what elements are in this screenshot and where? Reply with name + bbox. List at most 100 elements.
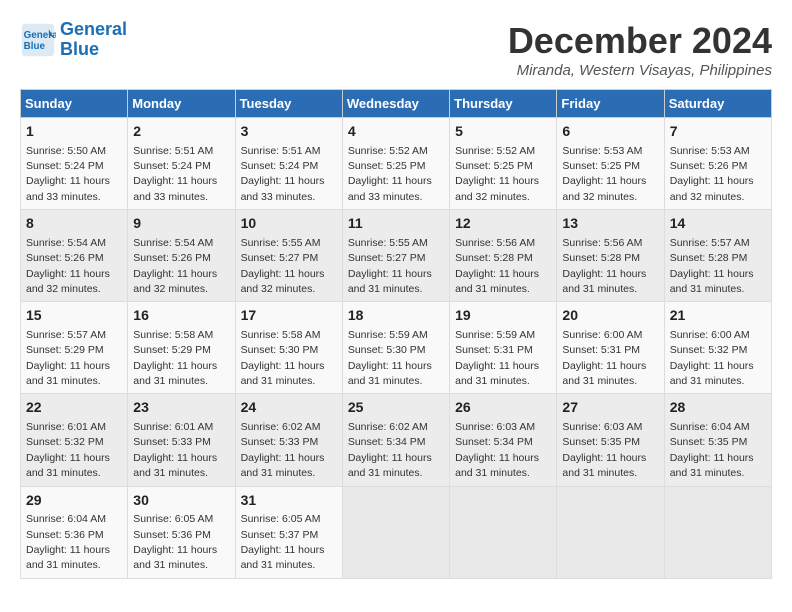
day-info: Sunrise: 6:03 AMSunset: 5:35 PMDaylight:… bbox=[562, 421, 646, 479]
calendar-cell: 29Sunrise: 6:04 AMSunset: 5:36 PMDayligh… bbox=[21, 486, 128, 578]
calendar-cell: 20 Sunrise: 6:00 AMSunset: 5:31 PMDayligh… bbox=[557, 302, 664, 394]
day-header-sunday: Sunday bbox=[21, 90, 128, 118]
calendar-cell bbox=[664, 486, 771, 578]
calendar-cell: 16 Sunrise: 5:58 AMSunset: 5:29 PMDayligh… bbox=[128, 302, 235, 394]
day-number: 4 bbox=[348, 122, 444, 142]
calendar-cell: 19 Sunrise: 5:59 AMSunset: 5:31 PMDayligh… bbox=[450, 302, 557, 394]
day-info: Sunrise: 6:05 AMSunset: 5:37 PMDaylight:… bbox=[241, 513, 325, 571]
month-title: December 2024 bbox=[508, 20, 772, 62]
day-info: Sunrise: 5:59 AMSunset: 5:31 PMDaylight:… bbox=[455, 329, 539, 387]
day-info: Sunrise: 6:05 AMSunset: 5:36 PMDaylight:… bbox=[133, 513, 217, 571]
day-info: Sunrise: 5:54 AMSunset: 5:26 PMDaylight:… bbox=[133, 237, 217, 295]
logo-text: GeneralBlue bbox=[60, 20, 127, 60]
day-info: Sunrise: 5:52 AMSunset: 5:25 PMDaylight:… bbox=[348, 145, 432, 203]
day-number: 21 bbox=[670, 306, 766, 326]
calendar-cell: 23 Sunrise: 6:01 AMSunset: 5:33 PMDayligh… bbox=[128, 394, 235, 486]
calendar-cell bbox=[557, 486, 664, 578]
day-number: 20 bbox=[562, 306, 658, 326]
day-number: 14 bbox=[670, 214, 766, 234]
day-info: Sunrise: 5:55 AMSunset: 5:27 PMDaylight:… bbox=[241, 237, 325, 295]
calendar-cell: 11Sunrise: 5:55 AMSunset: 5:27 PMDayligh… bbox=[342, 210, 449, 302]
calendar-cell: 1 Sunrise: 5:50 AMSunset: 5:24 PMDaylight… bbox=[21, 118, 128, 210]
calendar-cell: 13Sunrise: 5:56 AMSunset: 5:28 PMDayligh… bbox=[557, 210, 664, 302]
day-info: Sunrise: 5:53 AMSunset: 5:26 PMDaylight:… bbox=[670, 145, 754, 203]
day-number: 30 bbox=[133, 491, 229, 511]
day-info: Sunrise: 6:01 AMSunset: 5:32 PMDaylight:… bbox=[26, 421, 110, 479]
day-info: Sunrise: 6:02 AMSunset: 5:33 PMDaylight:… bbox=[241, 421, 325, 479]
day-number: 15 bbox=[26, 306, 122, 326]
day-info: Sunrise: 6:00 AMSunset: 5:32 PMDaylight:… bbox=[670, 329, 754, 387]
day-number: 3 bbox=[241, 122, 337, 142]
day-info: Sunrise: 5:51 AMSunset: 5:24 PMDaylight:… bbox=[133, 145, 217, 203]
day-number: 12 bbox=[455, 214, 551, 234]
day-info: Sunrise: 5:56 AMSunset: 5:28 PMDaylight:… bbox=[455, 237, 539, 295]
day-info: Sunrise: 5:58 AMSunset: 5:30 PMDaylight:… bbox=[241, 329, 325, 387]
day-header-monday: Monday bbox=[128, 90, 235, 118]
day-number: 24 bbox=[241, 398, 337, 418]
day-number: 2 bbox=[133, 122, 229, 142]
day-header-saturday: Saturday bbox=[664, 90, 771, 118]
calendar-cell: 6Sunrise: 5:53 AMSunset: 5:25 PMDaylight… bbox=[557, 118, 664, 210]
day-number: 26 bbox=[455, 398, 551, 418]
day-number: 22 bbox=[26, 398, 122, 418]
calendar-cell: 8Sunrise: 5:54 AMSunset: 5:26 PMDaylight… bbox=[21, 210, 128, 302]
calendar-cell: 14 Sunrise: 5:57 AMSunset: 5:28 PMDayligh… bbox=[664, 210, 771, 302]
calendar-cell: 9 Sunrise: 5:54 AMSunset: 5:26 PMDaylight… bbox=[128, 210, 235, 302]
page-header: General Blue GeneralBlue December 2024 M… bbox=[20, 20, 772, 79]
calendar-cell: 18Sunrise: 5:59 AMSunset: 5:30 PMDayligh… bbox=[342, 302, 449, 394]
day-number: 16 bbox=[133, 306, 229, 326]
day-number: 29 bbox=[26, 491, 122, 511]
day-info: Sunrise: 6:01 AMSunset: 5:33 PMDaylight:… bbox=[133, 421, 217, 479]
calendar-cell bbox=[342, 486, 449, 578]
calendar-cell: 24 Sunrise: 6:02 AMSunset: 5:33 PMDayligh… bbox=[235, 394, 342, 486]
day-number: 7 bbox=[670, 122, 766, 142]
day-header-wednesday: Wednesday bbox=[342, 90, 449, 118]
day-number: 1 bbox=[26, 122, 122, 142]
calendar-week-1: 8Sunrise: 5:54 AMSunset: 5:26 PMDaylight… bbox=[21, 210, 772, 302]
calendar-cell: 12 Sunrise: 5:56 AMSunset: 5:28 PMDayligh… bbox=[450, 210, 557, 302]
calendar-cell bbox=[450, 486, 557, 578]
calendar-body: 1 Sunrise: 5:50 AMSunset: 5:24 PMDaylight… bbox=[21, 118, 772, 579]
day-number: 31 bbox=[241, 491, 337, 511]
day-info: Sunrise: 6:00 AMSunset: 5:31 PMDaylight:… bbox=[562, 329, 646, 387]
day-number: 19 bbox=[455, 306, 551, 326]
day-number: 13 bbox=[562, 214, 658, 234]
calendar-week-3: 22 Sunrise: 6:01 AMSunset: 5:32 PMDayligh… bbox=[21, 394, 772, 486]
calendar-cell: 27Sunrise: 6:03 AMSunset: 5:35 PMDayligh… bbox=[557, 394, 664, 486]
calendar-table: SundayMondayTuesdayWednesdayThursdayFrid… bbox=[20, 89, 772, 579]
day-header-thursday: Thursday bbox=[450, 90, 557, 118]
day-number: 17 bbox=[241, 306, 337, 326]
day-info: Sunrise: 5:57 AMSunset: 5:29 PMDaylight:… bbox=[26, 329, 110, 387]
day-number: 9 bbox=[133, 214, 229, 234]
day-info: Sunrise: 6:02 AMSunset: 5:34 PMDaylight:… bbox=[348, 421, 432, 479]
calendar-cell: 31Sunrise: 6:05 AMSunset: 5:37 PMDayligh… bbox=[235, 486, 342, 578]
day-info: Sunrise: 5:59 AMSunset: 5:30 PMDaylight:… bbox=[348, 329, 432, 387]
calendar-week-2: 15 Sunrise: 5:57 AMSunset: 5:29 PMDayligh… bbox=[21, 302, 772, 394]
calendar-cell: 5Sunrise: 5:52 AMSunset: 5:25 PMDaylight… bbox=[450, 118, 557, 210]
calendar-cell: 30Sunrise: 6:05 AMSunset: 5:36 PMDayligh… bbox=[128, 486, 235, 578]
day-info: Sunrise: 6:03 AMSunset: 5:34 PMDaylight:… bbox=[455, 421, 539, 479]
calendar-cell: 2 Sunrise: 5:51 AMSunset: 5:24 PMDaylight… bbox=[128, 118, 235, 210]
day-number: 25 bbox=[348, 398, 444, 418]
calendar-cell: 28 Sunrise: 6:04 AMSunset: 5:35 PMDayligh… bbox=[664, 394, 771, 486]
day-info: Sunrise: 5:51 AMSunset: 5:24 PMDaylight:… bbox=[241, 145, 325, 203]
day-header-friday: Friday bbox=[557, 90, 664, 118]
calendar-cell: 10Sunrise: 5:55 AMSunset: 5:27 PMDayligh… bbox=[235, 210, 342, 302]
day-number: 11 bbox=[348, 214, 444, 234]
day-header-tuesday: Tuesday bbox=[235, 90, 342, 118]
day-number: 23 bbox=[133, 398, 229, 418]
day-info: Sunrise: 5:57 AMSunset: 5:28 PMDaylight:… bbox=[670, 237, 754, 295]
day-info: Sunrise: 5:58 AMSunset: 5:29 PMDaylight:… bbox=[133, 329, 217, 387]
calendar-cell: 4 Sunrise: 5:52 AMSunset: 5:25 PMDaylight… bbox=[342, 118, 449, 210]
calendar-week-0: 1 Sunrise: 5:50 AMSunset: 5:24 PMDaylight… bbox=[21, 118, 772, 210]
day-number: 6 bbox=[562, 122, 658, 142]
day-info: Sunrise: 5:50 AMSunset: 5:24 PMDaylight:… bbox=[26, 145, 110, 203]
day-info: Sunrise: 6:04 AMSunset: 5:35 PMDaylight:… bbox=[670, 421, 754, 479]
day-number: 28 bbox=[670, 398, 766, 418]
location: Miranda, Western Visayas, Philippines bbox=[508, 62, 772, 79]
calendar-cell: 26 Sunrise: 6:03 AMSunset: 5:34 PMDayligh… bbox=[450, 394, 557, 486]
calendar-cell: 25 Sunrise: 6:02 AMSunset: 5:34 PMDayligh… bbox=[342, 394, 449, 486]
title-block: December 2024 Miranda, Western Visayas, … bbox=[508, 20, 772, 79]
logo-icon: General Blue bbox=[20, 22, 56, 58]
calendar-cell: 21 Sunrise: 6:00 AMSunset: 5:32 PMDayligh… bbox=[664, 302, 771, 394]
